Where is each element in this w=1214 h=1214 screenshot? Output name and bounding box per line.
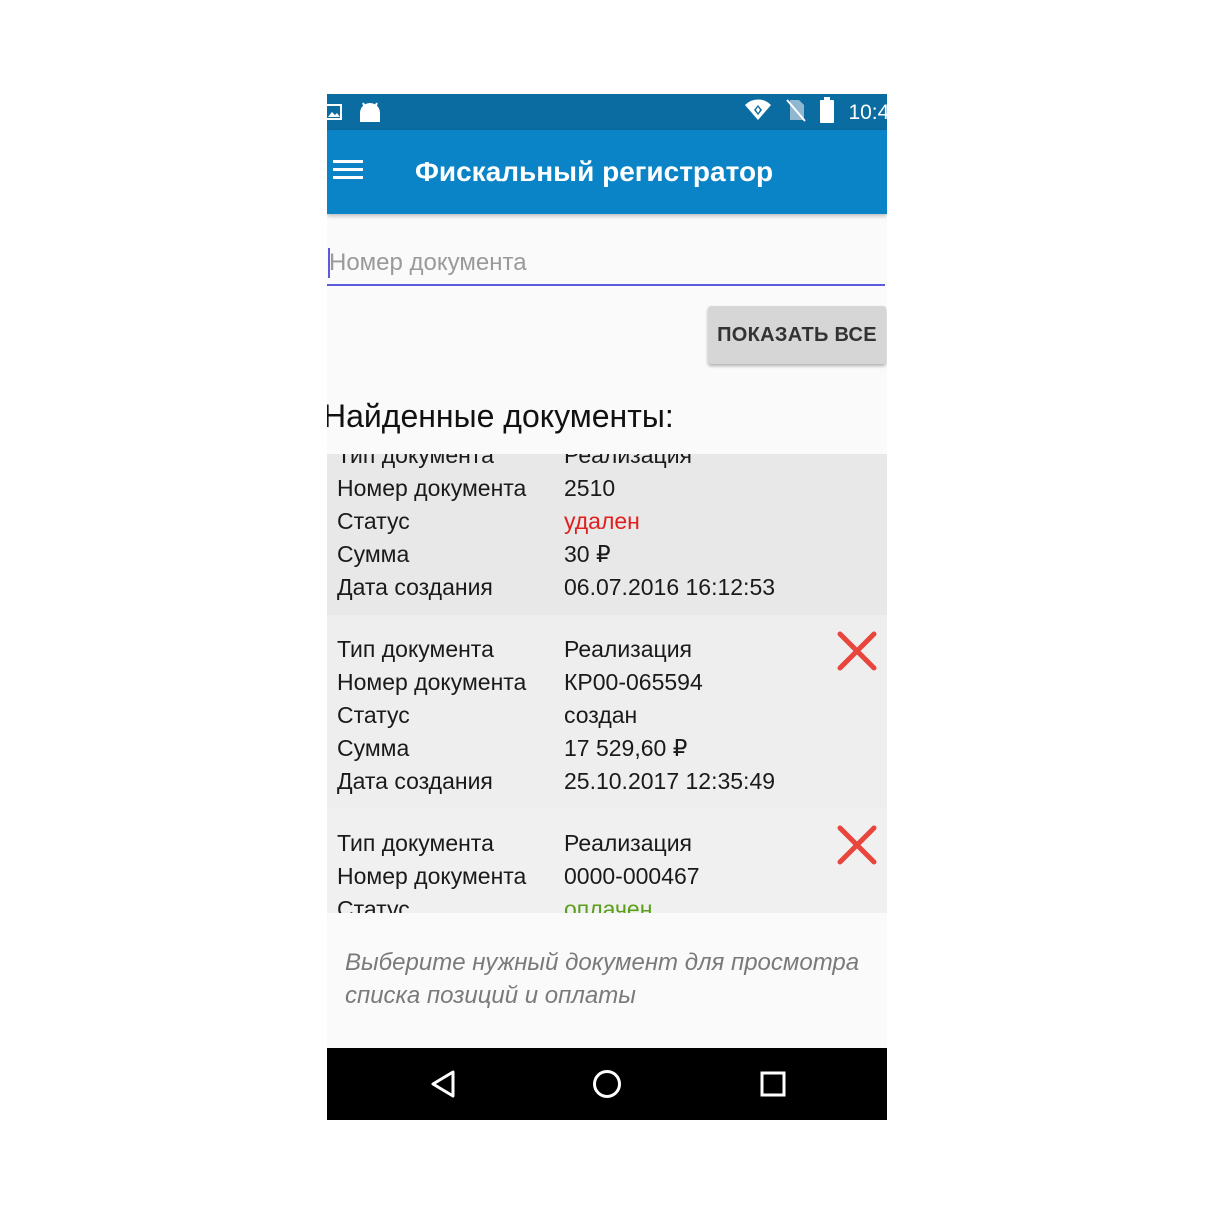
- image-icon: [327, 103, 343, 126]
- show-all-button[interactable]: ПОКАЗАТЬ ВСЕ: [708, 306, 886, 364]
- row-value: КР00-065594: [564, 669, 703, 695]
- row-label: Статус: [337, 896, 410, 913]
- no-sim-icon: [786, 98, 807, 127]
- document-card[interactable]: Тип документа Реализация Номер документа…: [327, 809, 887, 913]
- row-label: Номер документа: [337, 669, 527, 695]
- row-label: Сумма: [337, 541, 410, 567]
- row-value: 2510: [564, 475, 616, 501]
- home-icon[interactable]: [591, 1068, 623, 1100]
- android-icon: [357, 100, 383, 129]
- doc-date-row: Дата создания 25.10.2017 12:35:49: [337, 765, 775, 798]
- app-title: Фискальный регистратор: [415, 156, 774, 187]
- row-label: Тип документа: [337, 636, 494, 662]
- text-cursor: [328, 248, 330, 278]
- doc-type-row: Тип документа Реализация: [337, 827, 700, 860]
- document-card[interactable]: Тип документа Реализация Номер документа…: [327, 615, 887, 809]
- doc-date-row: Дата создания 06.07.2016 16:12:53: [337, 571, 775, 604]
- doc-type-row: Тип документа Реализация: [337, 454, 775, 472]
- row-value: 17 529,60 ₽: [564, 735, 688, 761]
- row-label: Статус: [337, 702, 410, 728]
- row-value: Реализация: [564, 454, 692, 468]
- doc-number-row: Номер документа 2510: [337, 472, 775, 505]
- status-value: создан: [564, 702, 638, 728]
- row-value: 0000-000467: [564, 863, 700, 889]
- wifi-icon: [744, 98, 772, 127]
- phone-screen: 10:43 Фискальный регистратор ПОКАЗАТЬ ВС…: [327, 94, 887, 1120]
- document-list[interactable]: Тип документа Реализация Номер документа…: [327, 454, 887, 913]
- recents-icon[interactable]: [757, 1068, 789, 1100]
- document-card[interactable]: Тип документа Реализация Номер документа…: [327, 454, 887, 615]
- row-label: Тип документа: [337, 454, 494, 468]
- document-number-input[interactable]: [327, 242, 885, 286]
- delete-icon[interactable]: [835, 823, 879, 867]
- menu-icon[interactable]: [333, 158, 365, 186]
- status-bar: 10:43: [327, 94, 887, 130]
- row-label: Тип документа: [337, 830, 494, 856]
- found-documents-heading: Найденные документы:: [327, 398, 674, 434]
- doc-number-row: Номер документа 0000-000467: [337, 860, 700, 893]
- navigation-bar: [327, 1048, 887, 1120]
- doc-type-row: Тип документа Реализация: [337, 633, 775, 666]
- row-value: Реализация: [564, 636, 692, 662]
- delete-icon[interactable]: [835, 629, 879, 673]
- battery-icon: [820, 97, 835, 128]
- row-value: 25.10.2017 12:35:49: [564, 768, 776, 794]
- app-bar: Фискальный регистратор: [327, 130, 887, 214]
- doc-status-row: Статус создан: [337, 699, 775, 732]
- doc-status-row: Статус оплачен: [337, 893, 700, 913]
- status-time: 10:43: [848, 100, 887, 124]
- row-label: Дата создания: [337, 574, 493, 600]
- status-value: оплачен: [564, 896, 653, 913]
- doc-status-row: Статус удален: [337, 505, 775, 538]
- hint-text: Выберите нужный документ для просмотра с…: [345, 949, 860, 1009]
- row-label: Сумма: [337, 735, 410, 761]
- search-field-wrapper: [327, 242, 887, 288]
- doc-sum-row: Сумма 17 529,60 ₽: [337, 732, 775, 765]
- row-label: Статус: [337, 508, 410, 534]
- row-value: 06.07.2016 16:12:53: [564, 574, 776, 600]
- row-label: Номер документа: [337, 475, 527, 501]
- back-icon[interactable]: [427, 1068, 459, 1100]
- row-value: 30 ₽: [564, 541, 611, 567]
- doc-sum-row: Сумма 30 ₽: [337, 538, 775, 571]
- row-value: Реализация: [564, 830, 692, 856]
- doc-number-row: Номер документа КР00-065594: [337, 666, 775, 699]
- row-label: Номер документа: [337, 863, 527, 889]
- row-label: Дата создания: [337, 768, 493, 794]
- status-value: удален: [564, 508, 640, 534]
